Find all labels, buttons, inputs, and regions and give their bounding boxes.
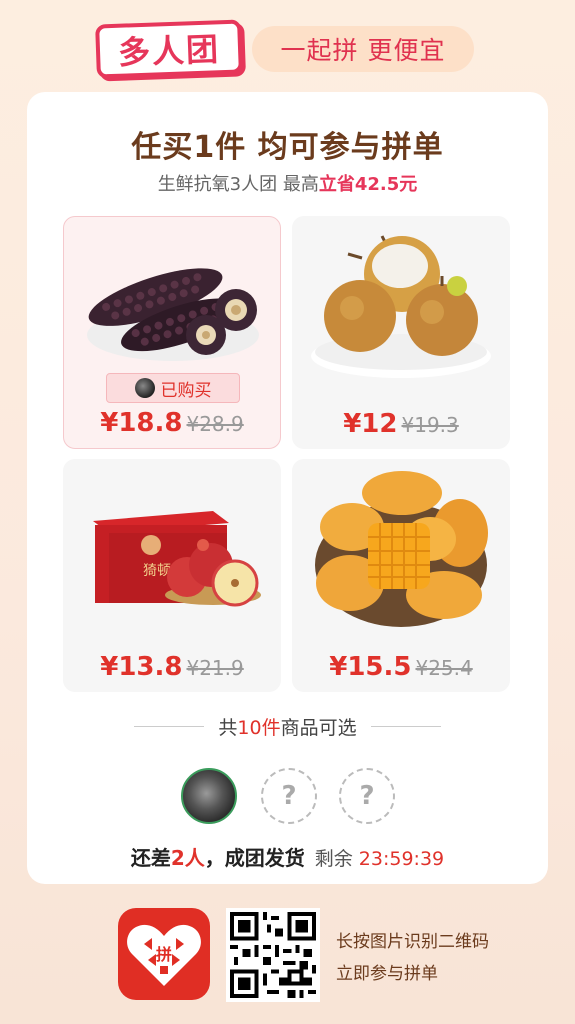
question-mark-icon: ? [281,781,297,811]
product-count-divider: 共10件商品可选 [27,714,548,739]
product-tile-corn[interactable]: 已购买 ¥18.8 ¥28.9 [63,216,281,449]
empty-slot-avatar: ? [339,768,395,824]
purple-corn-image [64,217,280,387]
subtitle-prefix: 生鲜抗氧3人团 最高 [157,174,319,195]
divider-line-left [134,725,205,727]
original-price: ¥25.4 [415,656,473,680]
current-price: ¥18.8 [100,408,183,438]
current-price: ¥13.8 [100,652,183,682]
svg-text:拼: 拼 [156,945,172,964]
buyer-avatar [134,378,155,398]
qr-instruction-line1: 长按图片识别二维码 [336,932,489,952]
group-members: ? ? [181,768,401,824]
divider-line-right [370,725,441,727]
price-row: ¥15.5 ¥25.4 [292,652,510,682]
product-tile-mango[interactable]: ¥15.5 ¥25.4 [292,459,510,692]
product-count-text: 共10件商品可选 [218,716,357,739]
original-price: ¥28.9 [186,412,244,436]
price-row: ¥18.8 ¥28.9 [64,408,280,438]
group-status: 还差2人，成团发货 剩余 23:59:39 [27,842,548,871]
current-price: ¥12 [343,409,398,439]
subtitle-highlight: 立省42.5元 [318,174,418,195]
bought-label: 已购买 [160,380,212,401]
mango-image [292,459,510,629]
price-row: ¥13.8 ¥21.9 [63,652,281,682]
remaining-label: 剩余 [314,848,353,870]
header: 多人团 一起拼 更便宜 [0,18,575,79]
question-mark-icon: ? [359,781,375,811]
brand-text: 多人团 [117,30,221,72]
qr-code[interactable] [226,908,320,1002]
current-price: ¥15.5 [329,652,412,682]
qr-instruction-line2: 立即参与拼单 [336,964,438,984]
original-price: ¥19.3 [401,413,459,437]
product-tile-apple[interactable]: 猗顿农品 ¥13.8¥21.9 [63,459,281,692]
bought-tag: 已购买 [106,373,240,403]
card-title: 任买1件 均可参与拼单 [131,130,444,165]
member-avatar [181,768,237,824]
pear-image [292,216,510,386]
slogan-pill: 一起拼 更便宜 [252,26,474,72]
status-message: 还差2人，成团发货 [130,846,305,870]
apple-box-image: 猗顿农品 [63,459,281,629]
countdown-timer: 23:59:39 [358,848,445,870]
group-buy-card: 任买1件 均可参与拼单 生鲜抗氧3人团 最高立省42.5元 已购买 ¥18.8 … [27,92,548,884]
brand-badge: 多人团 [95,19,243,79]
card-subtitle: 生鲜抗氧3人团 最高立省42.5元 [27,170,548,196]
pinduoduo-logo: 拼 [118,908,210,1000]
product-tile-pear[interactable]: ¥12 ¥19.3 [292,216,510,449]
empty-slot-avatar: ? [261,768,317,824]
slogan-text: 一起拼 更便宜 [280,36,446,65]
original-price: ¥21.9 [186,656,244,680]
qr-instructions: 长按图片识别二维码 立即参与拼单 [336,926,536,990]
price-row: ¥12 ¥19.3 [292,409,510,439]
